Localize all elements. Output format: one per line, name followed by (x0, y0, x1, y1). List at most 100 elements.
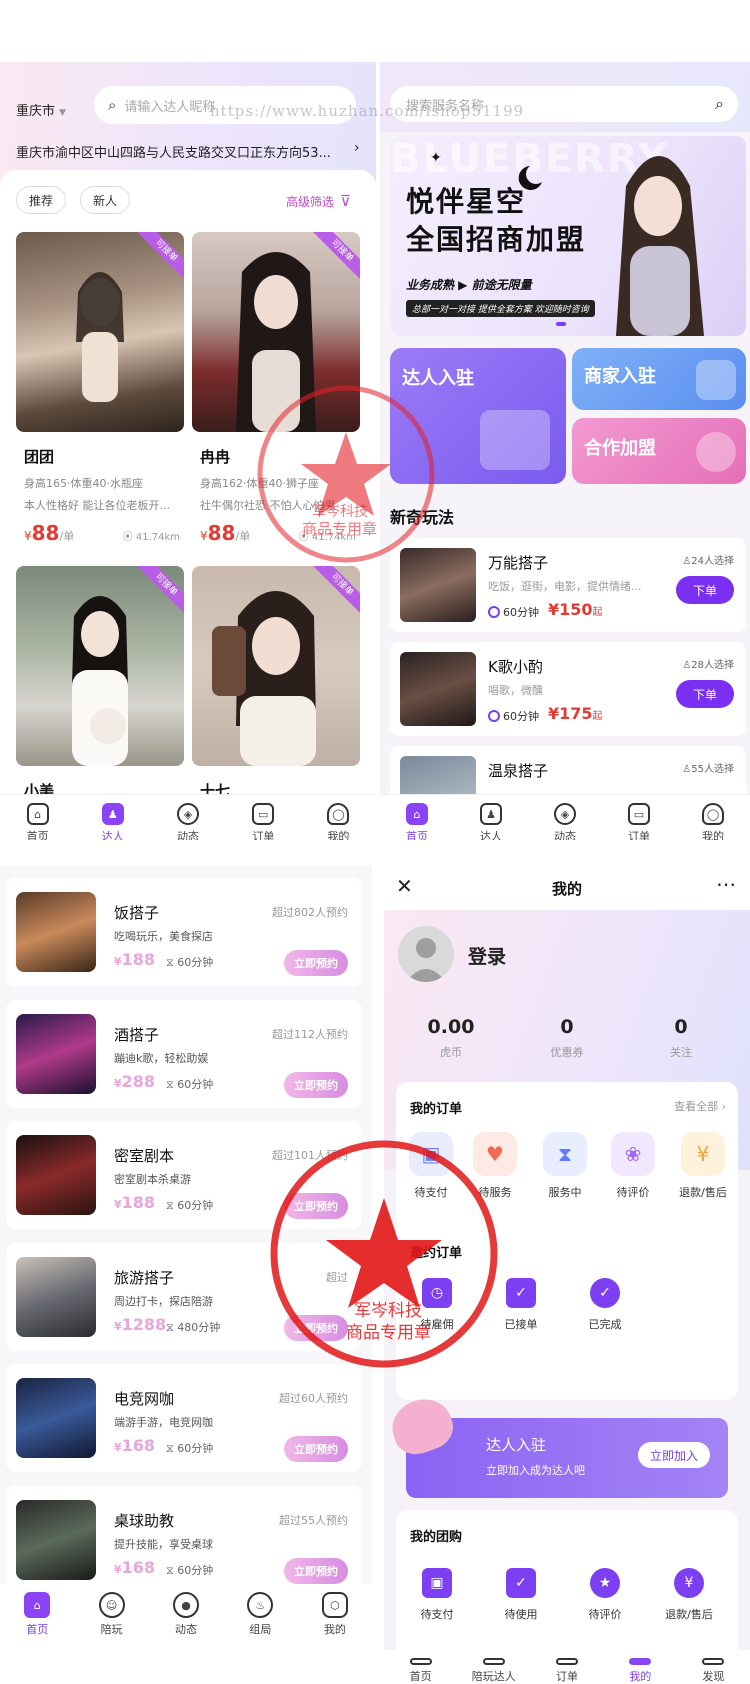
duration-value: 60分钟 (177, 1563, 214, 1577)
nav-label: 我的 (629, 1670, 652, 1683)
group-to-review[interactable]: ★ 待评价 (570, 1568, 640, 1622)
tab-recommend[interactable]: 推荐 (16, 186, 66, 214)
nav-item[interactable]: 我的 (604, 1650, 677, 1684)
more-icon[interactable]: ⋯ (716, 872, 736, 896)
banner-title-1: 悦伴星空 (406, 185, 527, 218)
nav-talent[interactable]: ♟ 达人 (75, 795, 150, 840)
service-count: ♙24人选择 (682, 552, 734, 567)
advanced-filter[interactable]: 高级筛选 ⊽ (286, 192, 351, 210)
join-now-button[interactable]: 立即加入 (638, 1442, 710, 1468)
promo-banner[interactable]: BLUEBERRY ✦ 悦伴星空 全国招商加盟 业务成熟 ▶ 前途无限量 总部一… (390, 136, 746, 336)
category-desc: 端游手游，电竞网咖 (114, 1416, 213, 1429)
hourglass-icon: ⧖ (166, 1563, 174, 1577)
stat-follow[interactable]: 0 关注 (636, 1016, 726, 1060)
nav-mine[interactable]: ◯ 我的 (301, 795, 376, 840)
category-duration: ⧖ 480分钟 (166, 1319, 220, 1335)
order-button[interactable]: 下单 (676, 680, 734, 708)
nav-item[interactable]: 订单 (530, 1650, 603, 1684)
invite-done[interactable]: ✓ 已完成 (570, 1278, 640, 1332)
nav-label: 动态 (554, 830, 576, 840)
view-all-link[interactable]: 查看全部 › (674, 1098, 726, 1114)
group-refund[interactable]: ¥ 退款/售后 (654, 1568, 724, 1622)
person-card[interactable]: 可接单 小美 (16, 566, 184, 801)
service-item[interactable]: 万能搭子 吃饭，逛街，电影，提供情绪... 60分钟 ¥150起 ♙24人选择 … (390, 538, 746, 632)
hourglass-icon: ⧖ (166, 1320, 174, 1334)
book-now-button[interactable]: 立即预约 (284, 950, 348, 976)
nav-orders[interactable]: ▭ 订单 (602, 795, 676, 840)
category-row[interactable]: 酒搭子 蹦迪k歌，轻松助娱 超过112人预约 ¥288 ⧖ 60分钟 立即预约 (6, 999, 362, 1108)
nav-companion[interactable]: ☺ 陪玩 (74, 1584, 148, 1684)
carousel-indicator (556, 322, 566, 326)
group-to-use[interactable]: ✓ 待使用 (486, 1568, 556, 1622)
category-row[interactable]: 饭搭子 吃喝玩乐，美食探店 超过802人预约 ¥188 ⧖ 60分钟 立即预约 (6, 878, 362, 986)
avatar[interactable] (398, 926, 454, 982)
group-title: 我的团购 (410, 1530, 463, 1545)
book-now-button[interactable]: 立即预约 (284, 1557, 348, 1584)
nav-item[interactable]: 陪玩达人 (457, 1650, 530, 1684)
tab-new[interactable]: 新人 (80, 186, 130, 214)
stat-coin[interactable]: 0.00 虎币 (406, 1016, 496, 1060)
person-card[interactable]: 可接单 团团 身高165·体重40·水瓶座 本人性格好 能让各位老板开... ¥… (16, 232, 184, 545)
order-button[interactable]: 下单 (676, 576, 734, 604)
stat-coupon[interactable]: 0 优惠券 (522, 1016, 612, 1060)
nav-label: 动态 (175, 1623, 198, 1636)
order-label: 服务中 (548, 1186, 582, 1199)
screenshot-collage: 重庆市 ▼ ⌕ 请输入达人昵称 重庆市渝中区中山四路与人民支路交叉口正东方向53.… (0, 0, 750, 1684)
group-pending-pay[interactable]: ▣ 待支付 (402, 1568, 472, 1622)
city-selector[interactable]: 重庆市 ▼ (16, 100, 66, 119)
tile-label: 商家入驻 (584, 366, 656, 387)
svg-text:✦: ✦ (430, 150, 442, 166)
price-suffix: 起 (592, 711, 603, 722)
nav-talent[interactable]: ♟ 达人 (454, 795, 528, 840)
nav-item[interactable]: 发现 (677, 1650, 750, 1684)
order-refund[interactable]: ¥ 退款/售后 (668, 1132, 738, 1200)
nav-label: 我的 (702, 830, 724, 840)
order-pending-review[interactable]: ❀ 待评价 (598, 1132, 668, 1200)
nav-home[interactable]: ⌂ 首页 (0, 795, 75, 840)
megaphone-icon (384, 1391, 460, 1461)
nav-feed[interactable]: ● 动态 (149, 1584, 223, 1684)
order-icon: ▭ (252, 803, 275, 825)
person-photo: 可接单 (192, 566, 360, 766)
profile-icon (629, 1658, 652, 1665)
nav-feed[interactable]: ◈ 动态 (150, 795, 225, 840)
order-in-service[interactable]: ⧗ 服务中 (530, 1132, 600, 1200)
circle-icon: ● (173, 1592, 200, 1618)
duration-value: 60分钟 (177, 1077, 214, 1091)
person-card[interactable]: 可接单 十七 (192, 566, 360, 801)
nav-home[interactable]: ⌂ 首页 (0, 1584, 74, 1684)
category-price: ¥188 (114, 950, 156, 969)
category-duration: ⧖ 60分钟 (166, 1076, 213, 1092)
book-now-button[interactable]: 立即预约 (284, 1436, 348, 1462)
tile-merchant-join[interactable]: 商家入驻 (572, 348, 746, 410)
service-count: ♙55人选择 (682, 760, 734, 775)
address-text[interactable]: 重庆市渝中区中山四路与人民支路交叉口正东方向53... (16, 142, 346, 161)
nav-home[interactable]: ⌂ 首页 (380, 795, 454, 840)
order-label: 待评价 (616, 1186, 650, 1199)
bottom-nav: ⌂ 首页 ♟ 达人 ◈ 动态 ▭ 订单 ◯ 我的 (380, 794, 750, 840)
login-link[interactable]: 登录 (468, 942, 506, 969)
nav-group[interactable]: ♨ 组局 (223, 1584, 297, 1684)
wallet-icon: ▣ (422, 1568, 452, 1598)
nav-item[interactable]: 首页 (384, 1650, 457, 1684)
talent-join-banner[interactable]: 达人入驻 立即加入成为达人吧 立即加入 (384, 1391, 728, 1498)
tile-cooperation[interactable]: 合作加盟 (572, 418, 746, 484)
service-item[interactable]: K歌小酌 唱歌，微醺 60分钟 ¥175起 ♙28人选择 下单 (390, 642, 746, 736)
chevron-right-icon[interactable]: › (354, 140, 360, 156)
nav-mine[interactable]: ⬡ 我的 (298, 1584, 372, 1684)
stamp-text: 商品专用章 (346, 1323, 431, 1343)
service-name: K歌小酌 (488, 658, 543, 676)
category-desc: 周边打卡，探店陪游 (114, 1294, 213, 1308)
category-thumb (16, 892, 96, 972)
nav-feed[interactable]: ◈ 动态 (528, 795, 602, 840)
service-duration: 60分钟 (488, 708, 539, 724)
nav-label: 动态 (177, 830, 199, 840)
book-now-button[interactable]: 立即预约 (284, 1071, 348, 1098)
nav-label: 组局 (249, 1623, 272, 1636)
nav-label: 陪玩 (100, 1623, 123, 1636)
service-price: ¥150起 (548, 600, 603, 619)
nav-orders[interactable]: ▭ 订单 (226, 795, 301, 840)
category-row[interactable]: 电竞网咖 端游手游，电竞网咖 超过60人预约 ¥168 ⧖ 60分钟 立即预约 (6, 1364, 362, 1472)
category-row[interactable]: 桌球助教 提升技能，享受桌球 超过55人预约 ¥168 ⧖ 60分钟 立即预约 (6, 1485, 362, 1594)
nav-mine[interactable]: ◯ 我的 (676, 795, 750, 840)
